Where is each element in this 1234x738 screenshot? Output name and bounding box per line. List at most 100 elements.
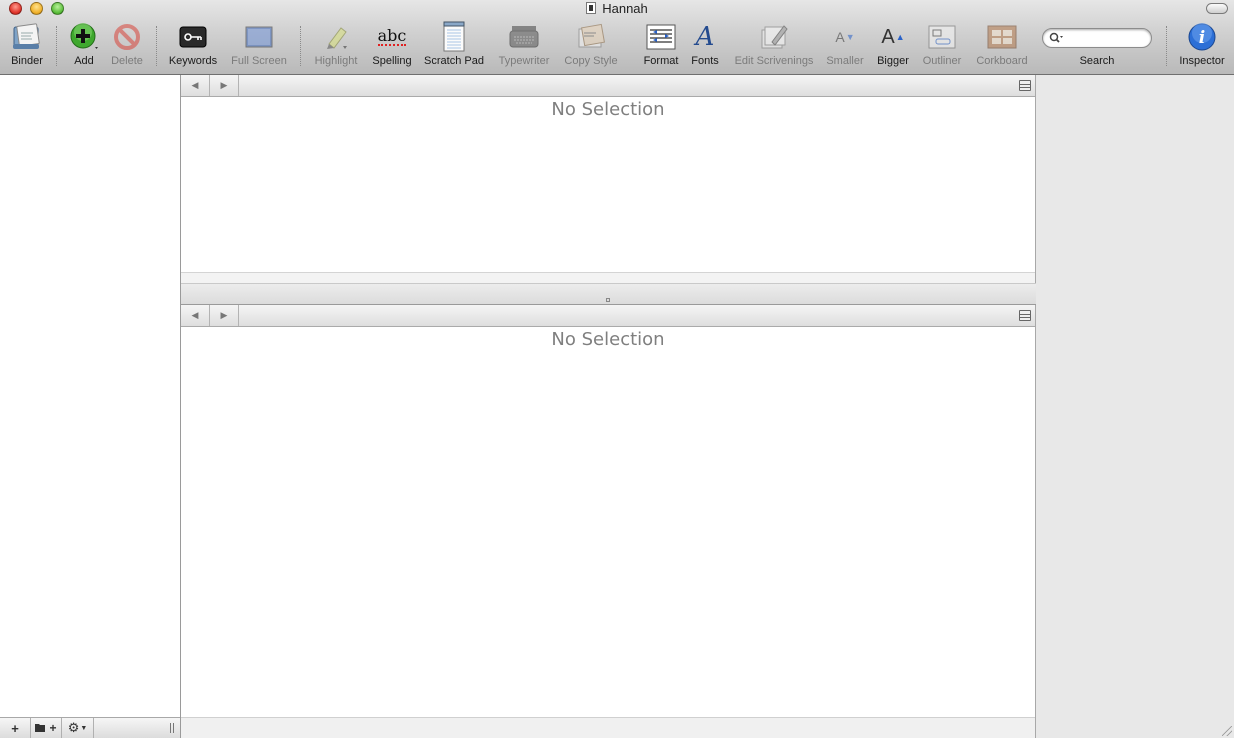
binder-add-folder-button[interactable]: + [31,717,62,738]
corkboard-label: Corkboard [976,55,1028,67]
bottom-forward-button[interactable]: ▶ [210,305,239,326]
toolbar-separator [1166,26,1167,66]
search-icon[interactable] [1049,32,1063,44]
toolbar-toggle-button[interactable] [1206,3,1228,14]
inspector-label: Inspector [1179,55,1225,67]
fonts-icon: A [688,20,722,54]
arrow-left-icon: ◀ [191,80,199,90]
info-icon-glyph: i [1199,28,1205,48]
spelling-button[interactable]: abc Spelling [368,20,416,72]
binder-resize-handle[interactable] [170,723,176,733]
bottom-editor-pane[interactable]: ◀ ▶ No Selection [181,305,1036,738]
smaller-icon-glyph: A [835,29,845,45]
arrow-right-icon: ▶ [220,310,228,320]
binder-footer: + + ⚙ ▼ [0,717,180,738]
add-label: Add [74,55,94,67]
delete-label: Delete [111,55,143,67]
top-editor-footer [181,272,1035,283]
bigger-icon-glyph: A [881,25,895,48]
copy-style-icon [574,20,608,54]
document-proxy-icon[interactable] [586,2,597,14]
format-label: Format [643,55,679,67]
search-input[interactable] [1067,32,1147,44]
scratch-pad-button[interactable]: Scratch Pad [422,20,486,72]
typewriter-icon [507,20,541,54]
keywords-label: Keywords [168,55,218,67]
typewriter-button[interactable]: Typewriter [495,20,553,72]
add-button[interactable]: Add [64,20,104,72]
window-resize-grip-icon[interactable] [1222,726,1232,736]
highlight-label: Highlight [314,55,358,67]
bottom-back-button[interactable]: ◀ [181,305,210,326]
inspector-pane [1036,75,1234,738]
window-title: Hannah [602,1,648,16]
binder-add-item-button[interactable]: + [0,717,31,738]
spelling-icon-text: abc [377,26,407,46]
highlighter-icon [319,20,353,54]
edit-scrivenings-icon [757,20,791,54]
full-screen-label: Full Screen [231,55,287,67]
smaller-label: Smaller [826,55,864,67]
copy-style-button[interactable]: Copy Style [561,20,621,72]
toolbar-separator [300,26,301,66]
bigger-arrow-icon: ▲ [895,32,905,42]
arrow-right-icon: ▶ [220,80,228,90]
chevron-down-icon: ▼ [80,724,88,732]
search-field[interactable] [1042,28,1152,48]
search-control: Search [1041,20,1153,72]
add-plus-icon [67,20,101,54]
binder-label: Binder [11,55,43,67]
window-title-bar: Hannah [0,1,1234,16]
keywords-button[interactable]: Keywords [166,20,220,72]
top-forward-button[interactable]: ▶ [210,75,239,96]
splitter-grip-icon[interactable] [606,298,610,302]
key-icon [176,20,210,54]
notepad-icon [437,20,471,54]
format-button[interactable]: Format [638,20,684,72]
top-back-button[interactable]: ◀ [181,75,210,96]
outliner-button[interactable]: Outliner [918,20,966,72]
window-toolbar-area: Hannah Binder Add Delete Keywords Full S… [0,0,1234,75]
corkboard-icon [985,20,1019,54]
inspector-button[interactable]: i Inspector [1176,20,1228,72]
gear-icon: ⚙ [67,720,80,735]
plus-icon: + [11,720,19,736]
top-split-icon[interactable] [1019,80,1031,91]
fonts-label: Fonts [691,55,719,67]
editor-splitter[interactable] [181,283,1036,305]
smaller-arrow-icon: ▼ [845,32,855,42]
edit-scrivenings-button[interactable]: Edit Scrivenings [730,20,818,72]
bigger-text-icon: A ▲ [876,20,910,54]
delete-button[interactable]: Delete [106,20,148,72]
fonts-icon-glyph: A [695,22,715,52]
bigger-button[interactable]: A ▲ Bigger [871,20,915,72]
smaller-button[interactable]: A ▼ Smaller [823,20,867,72]
toolbar-separator [156,26,157,66]
bottom-editor-header: ◀ ▶ [181,305,1035,327]
full-screen-icon [242,20,276,54]
top-editor-pane[interactable]: ◀ ▶ No Selection [181,75,1036,283]
bottom-split-icon[interactable] [1019,310,1031,321]
format-icon [644,20,678,54]
binder-action-menu-button[interactable]: ⚙ ▼ [62,717,94,738]
spelling-icon: abc [375,20,409,54]
edit-scrivenings-label: Edit Scrivenings [734,55,814,67]
outliner-label: Outliner [922,55,962,67]
top-editor-header: ◀ ▶ [181,75,1035,97]
outliner-icon [925,20,959,54]
search-label: Search [1079,55,1115,67]
folder-plus-icon: + [49,721,57,735]
binder-button[interactable]: Binder [7,20,47,72]
fonts-button[interactable]: A Fonts [688,20,722,72]
full-screen-button[interactable]: Full Screen [228,20,290,72]
smaller-text-icon: A ▼ [828,20,862,54]
binder-icon [10,20,44,54]
delete-prohibited-icon [110,20,144,54]
copy-style-label: Copy Style [564,55,618,67]
top-editor-empty-message: No Selection [551,99,665,120]
folder-icon [35,724,46,732]
bottom-editor-empty-message: No Selection [551,329,665,350]
binder-sidebar[interactable]: + + ⚙ ▼ [0,75,181,738]
corkboard-button[interactable]: Corkboard [972,20,1032,72]
highlight-button[interactable]: Highlight [310,20,362,72]
